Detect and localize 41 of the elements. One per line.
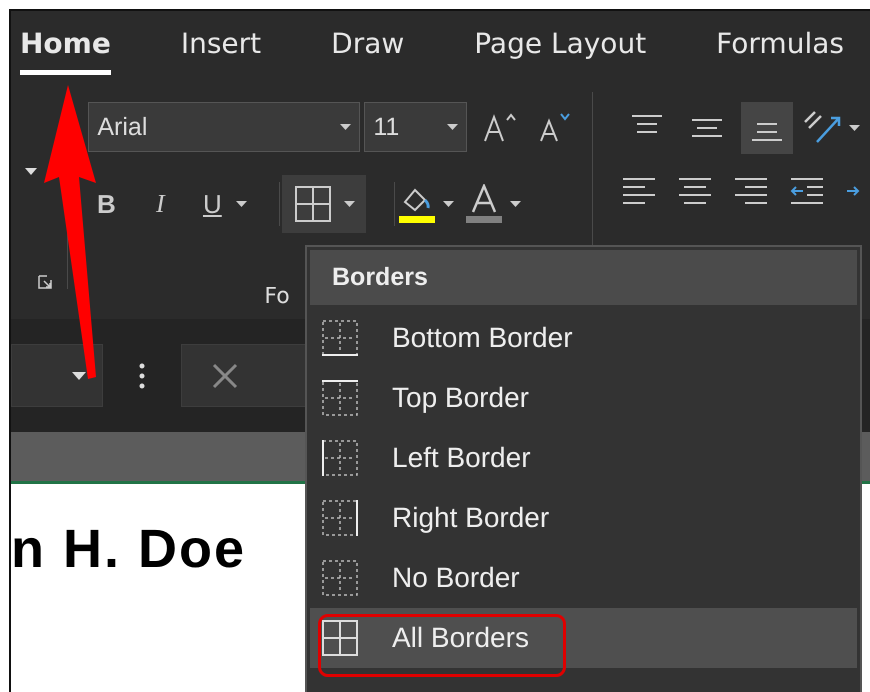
dialog-launcher-icon[interactable]: [38, 275, 52, 289]
cancel-icon[interactable]: [212, 362, 238, 388]
more-options-icon[interactable]: [139, 362, 145, 388]
font-name-field[interactable]: Arial: [88, 102, 360, 152]
border-icon: [322, 560, 358, 596]
caret-icon[interactable]: [510, 201, 522, 207]
caret-icon[interactable]: [340, 124, 352, 130]
border-icon: [322, 320, 358, 356]
caret-icon[interactable]: [848, 125, 860, 131]
menu-item[interactable]: All Borders: [310, 608, 857, 668]
border-icon: [322, 620, 358, 656]
menu-item[interactable]: Right Border: [310, 488, 857, 548]
caret-icon[interactable]: [25, 168, 38, 175]
menu-item[interactable]: Bottom Border: [310, 308, 857, 368]
format-button[interactable]: I: [142, 189, 178, 219]
ribbon-tab[interactable]: Home: [20, 27, 111, 75]
group-label: Fo: [264, 284, 290, 309]
border-icon: [322, 380, 358, 416]
ribbon-tab[interactable]: Draw: [331, 27, 404, 75]
border-icon: [322, 500, 358, 536]
format-button[interactable]: B: [88, 188, 124, 220]
vertical-align-button[interactable]: [740, 102, 793, 154]
menu-title: Borders: [310, 250, 857, 305]
borders-button[interactable]: [282, 175, 366, 233]
menu-item[interactable]: Left Border: [310, 428, 857, 488]
ribbon-tab[interactable]: Page Layout: [474, 27, 646, 75]
caret-icon[interactable]: [72, 372, 86, 380]
font-color-icon[interactable]: [464, 184, 504, 224]
ribbon-tab[interactable]: Insert: [180, 27, 262, 75]
menu-item[interactable]: No Border: [310, 548, 857, 608]
font-size-field[interactable]: 11: [364, 102, 468, 152]
caret-icon[interactable]: [236, 201, 248, 207]
caret-icon[interactable]: [447, 124, 458, 130]
caret-icon[interactable]: [344, 201, 355, 207]
format-button[interactable]: U: [194, 188, 230, 220]
menu-item[interactable]: Top Border: [310, 368, 857, 428]
ribbon-tab[interactable]: Formulas: [716, 27, 844, 75]
caret-icon[interactable]: [443, 201, 454, 207]
border-icon: [322, 440, 358, 476]
cell-text: n H. Doe: [11, 518, 246, 580]
grid-icon[interactable]: [294, 185, 332, 223]
